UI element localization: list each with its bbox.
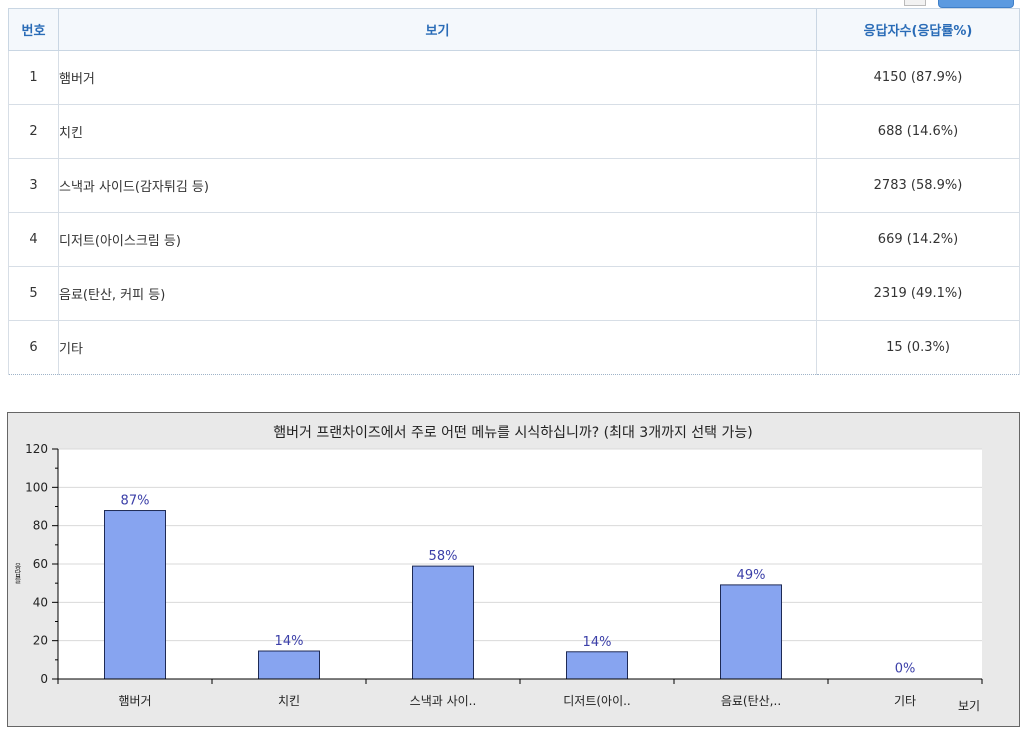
row-count: 2319 (49.1%) — [816, 266, 1020, 321]
table-row: 6 기타 15 (0.3%) — [8, 320, 1020, 375]
bar-data-label: 58% — [429, 549, 458, 564]
row-num: 5 — [8, 266, 59, 321]
row-count: 4150 (87.9%) — [816, 50, 1020, 105]
row-num: 4 — [8, 212, 59, 267]
row-count: 2783 (58.9%) — [816, 158, 1020, 213]
bar — [412, 565, 474, 680]
row-count: 15 (0.3%) — [816, 320, 1020, 375]
y-tick-label: 60 — [33, 557, 48, 571]
row-label: 음료(탄산, 커피 등) — [58, 266, 817, 321]
row-count: 669 (14.2%) — [816, 212, 1020, 267]
row-label: 디저트(아이스크림 등) — [58, 212, 817, 267]
x-category-label: 디저트(아이.. — [563, 694, 631, 708]
row-label: 스낵과 사이드(감자튀김 등) — [58, 158, 817, 213]
row-num: 2 — [8, 104, 59, 159]
row-label: 햄버거 — [58, 50, 817, 105]
bar-data-label: 0% — [895, 661, 916, 676]
bar-data-label: 87% — [121, 494, 150, 509]
table-row: 4 디저트(아이스크림 등) 669 (14.2%) — [8, 212, 1020, 267]
header-num: 번호 — [8, 8, 59, 51]
y-tick-label: 120 — [25, 442, 48, 456]
table-header-row: 번호 보기 응답자수(응답률%) — [8, 8, 1020, 51]
x-category-label: 음료(탄산,.. — [721, 694, 781, 708]
header-count: 응답자수(응답률%) — [816, 8, 1020, 51]
results-table: 번호 보기 응답자수(응답률%) 1 햄버거 4150 (87.9%) 2 치킨… — [8, 8, 1020, 375]
y-tick-label: 40 — [33, 595, 48, 609]
bar — [104, 510, 166, 680]
chart-svg: 햄버거 프랜차이즈에서 주로 어떤 메뉴를 시식하십니까? (최대 3개까지 선… — [14, 425, 983, 713]
bar — [566, 651, 628, 680]
bar-data-label: 14% — [275, 634, 304, 649]
x-axis-label: 보기 — [958, 699, 980, 713]
row-num: 3 — [8, 158, 59, 213]
bar — [720, 584, 782, 680]
x-category-label: 치킨 — [278, 694, 300, 708]
y-tick-label: 100 — [25, 480, 48, 494]
table-row: 3 스낵과 사이드(감자튀김 등) 2783 (58.9%) — [8, 158, 1020, 213]
header-option: 보기 — [58, 8, 817, 51]
bar-data-label: 49% — [737, 568, 766, 583]
y-tick-label: 0 — [40, 672, 48, 686]
row-count: 688 (14.6%) — [816, 104, 1020, 159]
top-control-left[interactable] — [904, 0, 926, 6]
bar-data-label: 14% — [583, 635, 612, 650]
y-tick-label: 80 — [33, 519, 48, 533]
table-row: 1 햄버거 4150 (87.9%) — [8, 50, 1020, 105]
top-control-button[interactable] — [938, 0, 1014, 8]
row-label: 치킨 — [58, 104, 817, 159]
x-category-label: 스낵과 사이.. — [410, 694, 477, 708]
table-row: 2 치킨 688 (14.6%) — [8, 104, 1020, 159]
bar — [258, 650, 320, 680]
row-label: 기타 — [58, 320, 817, 375]
bar-chart: 햄버거 프랜차이즈에서 주로 어떤 메뉴를 시식하십니까? (최대 3개까지 선… — [7, 412, 1020, 727]
row-num: 1 — [8, 50, 59, 105]
y-tick-label: 20 — [33, 634, 48, 648]
y-axis-label: 응답률 — [14, 563, 22, 584]
chart-title: 햄버거 프랜차이즈에서 주로 어떤 메뉴를 시식하십니까? (최대 3개까지 선… — [273, 425, 752, 441]
x-category-label: 기타 — [894, 694, 916, 708]
table-row: 5 음료(탄산, 커피 등) 2319 (49.1%) — [8, 266, 1020, 321]
x-category-label: 햄버거 — [118, 694, 151, 708]
row-num: 6 — [8, 320, 59, 375]
